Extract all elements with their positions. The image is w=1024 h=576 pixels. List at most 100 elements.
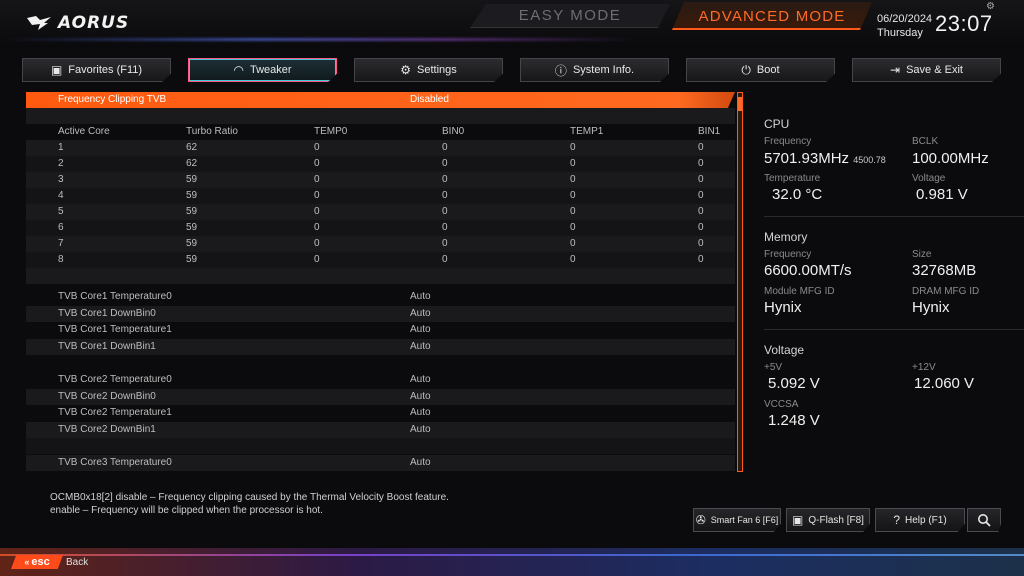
- setting-label: TVB Core2 DownBin0: [58, 391, 156, 402]
- dram-mfg-label: DRAM MFG ID: [912, 286, 980, 297]
- spacer-row: [26, 438, 735, 454]
- bclk-value: 100.00MHz: [912, 150, 989, 167]
- cpu-frequency-sub: 4500.78: [853, 155, 886, 165]
- setting-value[interactable]: Auto: [410, 405, 431, 421]
- setting-value[interactable]: Auto: [410, 289, 431, 305]
- setting-value[interactable]: Auto: [410, 306, 431, 322]
- cpu-temperature-value: 32.0 °C: [772, 186, 823, 203]
- cpu-frequency-value: 5701.93MHz 4500.78: [764, 150, 886, 167]
- clock-settings-icon[interactable]: ⚙: [986, 1, 995, 12]
- setting-value[interactable]: Auto: [410, 455, 431, 471]
- section-divider: [764, 216, 1024, 217]
- table-cell: 3: [58, 174, 64, 185]
- gear-icon: ⚙: [400, 63, 411, 77]
- setting-row[interactable]: TVB Core2 DownBin1 Auto: [26, 422, 735, 438]
- cpu-section-title: CPU: [764, 117, 790, 131]
- section-divider: [764, 329, 1024, 330]
- easy-mode-button[interactable]: EASY MODE: [470, 4, 670, 28]
- table-row: 3 59 0 0 0 0: [26, 172, 735, 188]
- table-cell: 0: [570, 238, 576, 249]
- search-icon: [978, 514, 991, 527]
- setting-label: TVB Core2 Temperature1: [58, 407, 172, 418]
- smart-fan-button[interactable]: ✇ Smart Fan 6 [F6]: [693, 508, 781, 532]
- setting-value[interactable]: Auto: [410, 339, 431, 355]
- table-cell: 0: [442, 254, 448, 265]
- cpu-frequency-label: Frequency: [764, 136, 812, 147]
- back-label[interactable]: Back: [66, 557, 88, 568]
- esc-key-label: esc: [31, 556, 50, 568]
- table-cell: 0: [570, 142, 576, 153]
- help-button[interactable]: ? Help (F1): [875, 508, 965, 532]
- setting-row[interactable]: TVB Core1 DownBin1 Auto: [26, 339, 735, 355]
- tab-save-exit[interactable]: ⇥ Save & Exit: [852, 58, 1001, 82]
- scrollbar-thumb[interactable]: [738, 97, 742, 111]
- tab-favorites[interactable]: ▣ Favorites (F11): [22, 58, 171, 82]
- table-cell: 0: [698, 190, 704, 201]
- clock-time: 23:07: [935, 11, 993, 36]
- table-row: 1 62 0 0 0 0: [26, 140, 735, 156]
- table-cell: 59: [186, 254, 198, 265]
- setting-label: TVB Core1 DownBin0: [58, 308, 156, 319]
- button-label: Help (F1): [905, 514, 947, 526]
- setting-value[interactable]: Disabled: [410, 92, 449, 108]
- table-cell: 0: [314, 254, 320, 265]
- search-button[interactable]: [967, 508, 1001, 532]
- spacer-row: [26, 355, 735, 371]
- settings-panel: Frequency Clipping TVB Disabled Active C…: [26, 92, 735, 472]
- setting-row[interactable]: TVB Core1 Temperature0 Auto: [26, 289, 735, 305]
- table-cell: 0: [442, 238, 448, 249]
- table-row: 5 59 0 0 0 0: [26, 204, 735, 220]
- favorites-icon: ▣: [50, 63, 63, 77]
- setting-row-frequency-clipping-tvb[interactable]: Frequency Clipping TVB Disabled: [26, 92, 735, 108]
- weekday-text: Thursday: [877, 27, 923, 39]
- tab-label: Boot: [756, 64, 780, 76]
- help-line: enable – Frequency will be clipped when …: [50, 505, 323, 516]
- tab-settings[interactable]: ⚙ Settings: [354, 58, 503, 82]
- q-flash-button[interactable]: ▣ Q-Flash [F8]: [786, 508, 870, 532]
- power-icon: ⏻: [741, 62, 751, 77]
- setting-row[interactable]: TVB Core3 Temperature0 Auto: [26, 455, 735, 471]
- table-cell: 1: [58, 142, 64, 153]
- esc-back-button[interactable]: « esc: [11, 555, 63, 569]
- table-cell: 0: [698, 238, 704, 249]
- setting-row[interactable]: TVB Core2 Temperature0 Auto: [26, 372, 735, 388]
- table-row: 8 59 0 0 0 0: [26, 252, 735, 268]
- setting-row[interactable]: TVB Core1 Temperature1 Auto: [26, 322, 735, 338]
- table-cell: 0: [570, 206, 576, 217]
- table-cell: 59: [186, 222, 198, 233]
- tab-tweaker[interactable]: ◠ Tweaker: [188, 58, 337, 82]
- tab-boot[interactable]: ⏻ Boot: [686, 58, 835, 82]
- cpu-voltage-value: 0.981 V: [916, 186, 968, 203]
- vccsa-value: 1.248 V: [768, 412, 820, 429]
- voltage-section-title: Voltage: [764, 343, 805, 357]
- footer-glow: [0, 548, 1024, 576]
- setting-value[interactable]: Auto: [410, 372, 431, 388]
- table-cell: 0: [698, 222, 704, 233]
- advanced-mode-button[interactable]: ADVANCED MODE: [672, 2, 872, 30]
- eagle-icon: [27, 16, 51, 30]
- setting-value[interactable]: Auto: [410, 422, 431, 438]
- v12-value: 12.060 V: [914, 375, 975, 392]
- tab-system-info[interactable]: ⓘ System Info.: [520, 58, 669, 82]
- table-cell: 0: [442, 142, 448, 153]
- setting-value[interactable]: Auto: [410, 389, 431, 405]
- setting-row[interactable]: TVB Core2 DownBin0 Auto: [26, 389, 735, 405]
- table-cell: 0: [442, 158, 448, 169]
- vccsa-label: VCCSA: [764, 399, 799, 410]
- table-cell: 0: [314, 238, 320, 249]
- setting-label: TVB Core3 Temperature0: [58, 457, 172, 468]
- brand-text: AORUS: [58, 13, 130, 33]
- column-header: TEMP0: [314, 126, 348, 137]
- table-cell: 8: [58, 254, 64, 265]
- setting-value[interactable]: Auto: [410, 322, 431, 338]
- memory-frequency-value: 6600.00MT/s: [764, 262, 852, 279]
- settings-scrollbar[interactable]: [737, 92, 743, 472]
- table-cell: 0: [442, 190, 448, 201]
- table-cell: 0: [698, 158, 704, 169]
- table-cell: 0: [698, 174, 704, 185]
- table-cell: 62: [186, 142, 198, 153]
- dram-mfg-value: Hynix: [912, 299, 950, 316]
- setting-row[interactable]: TVB Core1 DownBin0 Auto: [26, 306, 735, 322]
- table-cell: 0: [570, 158, 576, 169]
- setting-row[interactable]: TVB Core2 Temperature1 Auto: [26, 405, 735, 421]
